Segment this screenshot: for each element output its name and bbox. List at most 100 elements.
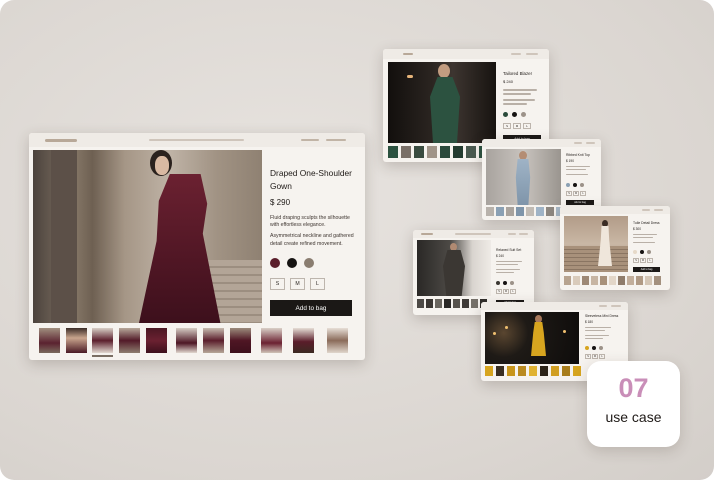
thumbnail[interactable]	[230, 328, 251, 353]
thumbnail[interactable]	[654, 276, 661, 285]
thumbnail[interactable]	[564, 276, 571, 285]
size-l-button[interactable]: L	[310, 278, 325, 290]
thumbnail[interactable]	[582, 276, 589, 285]
size-s-button[interactable]: S	[585, 354, 591, 359]
thumbnail[interactable]	[176, 328, 197, 353]
thumbnail[interactable]	[203, 328, 224, 353]
swatch-black[interactable]	[512, 112, 517, 117]
nav-link[interactable]	[599, 305, 607, 307]
thumbnail[interactable]	[327, 328, 348, 353]
thumbnail[interactable]	[444, 299, 451, 308]
swatch-black[interactable]	[573, 183, 577, 187]
nav-link[interactable]	[654, 209, 663, 211]
thumbnail[interactable]	[600, 276, 607, 285]
thumbnail[interactable]	[417, 299, 424, 308]
thumbnail[interactable]	[536, 207, 544, 216]
thumbnail[interactable]	[573, 276, 580, 285]
swatch-charcoal[interactable]	[496, 281, 500, 285]
swatch-burgundy[interactable]	[270, 258, 280, 268]
thumbnail[interactable]	[66, 328, 87, 353]
swatch-grey[interactable]	[510, 281, 514, 285]
swatch-blue[interactable]	[566, 183, 570, 187]
size-s-button[interactable]: S	[496, 289, 502, 294]
thumbnail[interactable]	[540, 366, 548, 376]
add-to-bag-button[interactable]: Add to bag	[633, 267, 660, 272]
brand-logo[interactable]	[421, 233, 433, 235]
thumbnail[interactable]	[573, 366, 581, 376]
thumbnail[interactable]	[496, 366, 504, 376]
nav-link[interactable]	[519, 233, 528, 235]
thumbnail[interactable]	[146, 328, 167, 353]
thumbnail[interactable]	[609, 276, 616, 285]
size-s-button[interactable]: S	[503, 123, 511, 129]
thumbnail[interactable]	[414, 146, 424, 158]
size-l-button[interactable]: L	[510, 289, 516, 294]
nav-link[interactable]	[326, 139, 346, 141]
thumbnail[interactable]	[440, 146, 450, 158]
nav-link[interactable]	[301, 139, 319, 141]
thumbnail[interactable]	[92, 328, 113, 353]
swatch-green[interactable]	[503, 112, 508, 117]
thumbnail[interactable]	[462, 299, 469, 308]
nav-link[interactable]	[611, 305, 621, 307]
size-s-button[interactable]: S	[566, 191, 572, 196]
thumbnail[interactable]	[485, 366, 493, 376]
thumbnail[interactable]	[645, 276, 652, 285]
thumbnail[interactable]	[627, 276, 634, 285]
size-s-button[interactable]: S	[633, 258, 639, 263]
thumbnail[interactable]	[401, 146, 411, 158]
thumbnail[interactable]	[453, 146, 463, 158]
size-m-button[interactable]: M	[513, 123, 521, 129]
thumbnail[interactable]	[471, 299, 478, 308]
thumbnail[interactable]	[562, 366, 570, 376]
swatch-yellow[interactable]	[585, 346, 589, 350]
size-s-button[interactable]: S	[270, 278, 285, 290]
size-l-button[interactable]: L	[580, 191, 586, 196]
thumbnail[interactable]	[496, 207, 504, 216]
size-l-button[interactable]: L	[599, 354, 605, 359]
thumbnail[interactable]	[551, 366, 559, 376]
swatch-grey[interactable]	[580, 183, 584, 187]
thumbnail[interactable]	[546, 207, 554, 216]
size-m-button[interactable]: M	[640, 258, 646, 263]
thumbnail[interactable]	[506, 207, 514, 216]
thumbnail[interactable]	[507, 366, 515, 376]
thumbnail[interactable]	[39, 328, 60, 353]
thumbnail[interactable]	[526, 207, 534, 216]
add-to-bag-button[interactable]: Add to bag	[566, 200, 594, 205]
thumbnail[interactable]	[119, 328, 140, 353]
thumbnail[interactable]	[427, 146, 437, 158]
size-l-button[interactable]: L	[647, 258, 653, 263]
thumbnail[interactable]	[486, 207, 494, 216]
thumbnail[interactable]	[293, 328, 314, 353]
brand-logo[interactable]	[45, 139, 77, 142]
brand-logo[interactable]	[403, 53, 413, 55]
nav-link[interactable]	[574, 142, 582, 144]
thumbnail[interactable]	[591, 276, 598, 285]
add-to-bag-button[interactable]: Add to bag	[270, 300, 352, 316]
size-m-button[interactable]: M	[573, 191, 579, 196]
nav-link[interactable]	[642, 209, 650, 211]
search-bar[interactable]	[149, 139, 244, 141]
thumbnail[interactable]	[636, 276, 643, 285]
nav-link[interactable]	[526, 53, 538, 55]
size-m-button[interactable]: M	[503, 289, 509, 294]
search-bar[interactable]	[455, 233, 491, 235]
swatch-black[interactable]	[503, 281, 507, 285]
size-m-button[interactable]: M	[290, 278, 305, 290]
thumbnail[interactable]	[261, 328, 282, 353]
nav-link[interactable]	[508, 233, 516, 235]
swatch-black[interactable]	[287, 258, 297, 268]
thumbnail[interactable]	[426, 299, 433, 308]
swatch-black[interactable]	[592, 346, 596, 350]
thumbnail[interactable]	[453, 299, 460, 308]
swatch-ivory[interactable]	[633, 250, 637, 254]
swatch-black[interactable]	[640, 250, 644, 254]
thumbnail[interactable]	[466, 146, 476, 158]
swatch-grey[interactable]	[521, 112, 526, 117]
size-l-button[interactable]: L	[523, 123, 531, 129]
swatch-taupe[interactable]	[304, 258, 314, 268]
thumbnail[interactable]	[529, 366, 537, 376]
nav-link[interactable]	[586, 142, 595, 144]
thumbnail[interactable]	[435, 299, 442, 308]
